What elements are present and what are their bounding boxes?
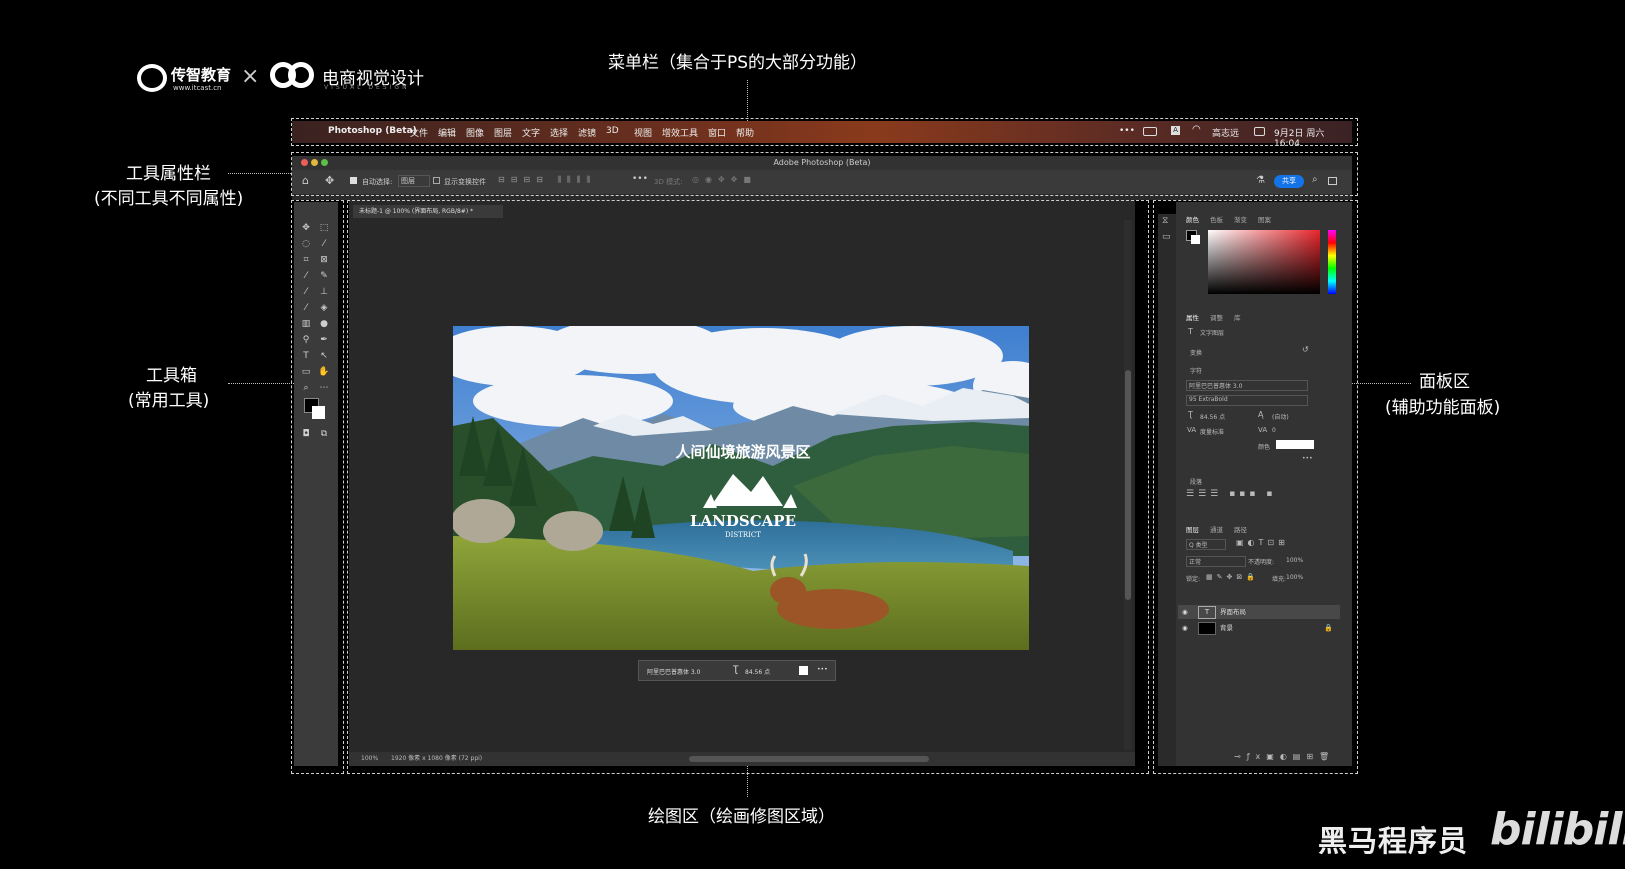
visual-design-logo-mark	[270, 62, 316, 90]
outline-canvas	[347, 200, 1149, 774]
annotation-canvas: 绘图区（绘画修图区域）	[648, 807, 835, 827]
annotation-menubar: 菜单栏（集合于PS的大部分功能）	[608, 53, 868, 73]
itcast-logo-url: www.itcast.cn	[173, 84, 222, 92]
outline-panels	[1153, 200, 1358, 774]
annotation-options-sub: (不同工具不同属性)	[94, 189, 244, 209]
itcast-logo-mark	[137, 64, 167, 92]
heima-brand: 黑马程序员	[1318, 824, 1469, 858]
annotation-options-title: 工具属性栏	[126, 164, 211, 184]
annotation-panels-title: 面板区	[1419, 372, 1470, 392]
outline-toolbox	[291, 200, 344, 774]
outline-options-bar	[291, 152, 1358, 196]
annotation-toolbox-sub: (常用工具)	[128, 391, 210, 411]
annotation-panels-sub: (辅助功能面板)	[1385, 398, 1501, 418]
logo-cross: ×	[241, 64, 260, 89]
annotation-toolbox-title: 工具箱	[146, 366, 197, 386]
itcast-logo: 传智教育 www.itcast.cn	[137, 64, 237, 94]
bilibili-logo: bilibili	[1490, 804, 1625, 855]
visual-design-logo-sub: VISUAL DESIGN	[324, 84, 410, 91]
itcast-logo-name: 传智教育	[171, 66, 232, 84]
visual-design-logo: 电商视觉设计 VISUAL DESIGN	[270, 60, 430, 94]
outline-menubar	[291, 118, 1358, 146]
